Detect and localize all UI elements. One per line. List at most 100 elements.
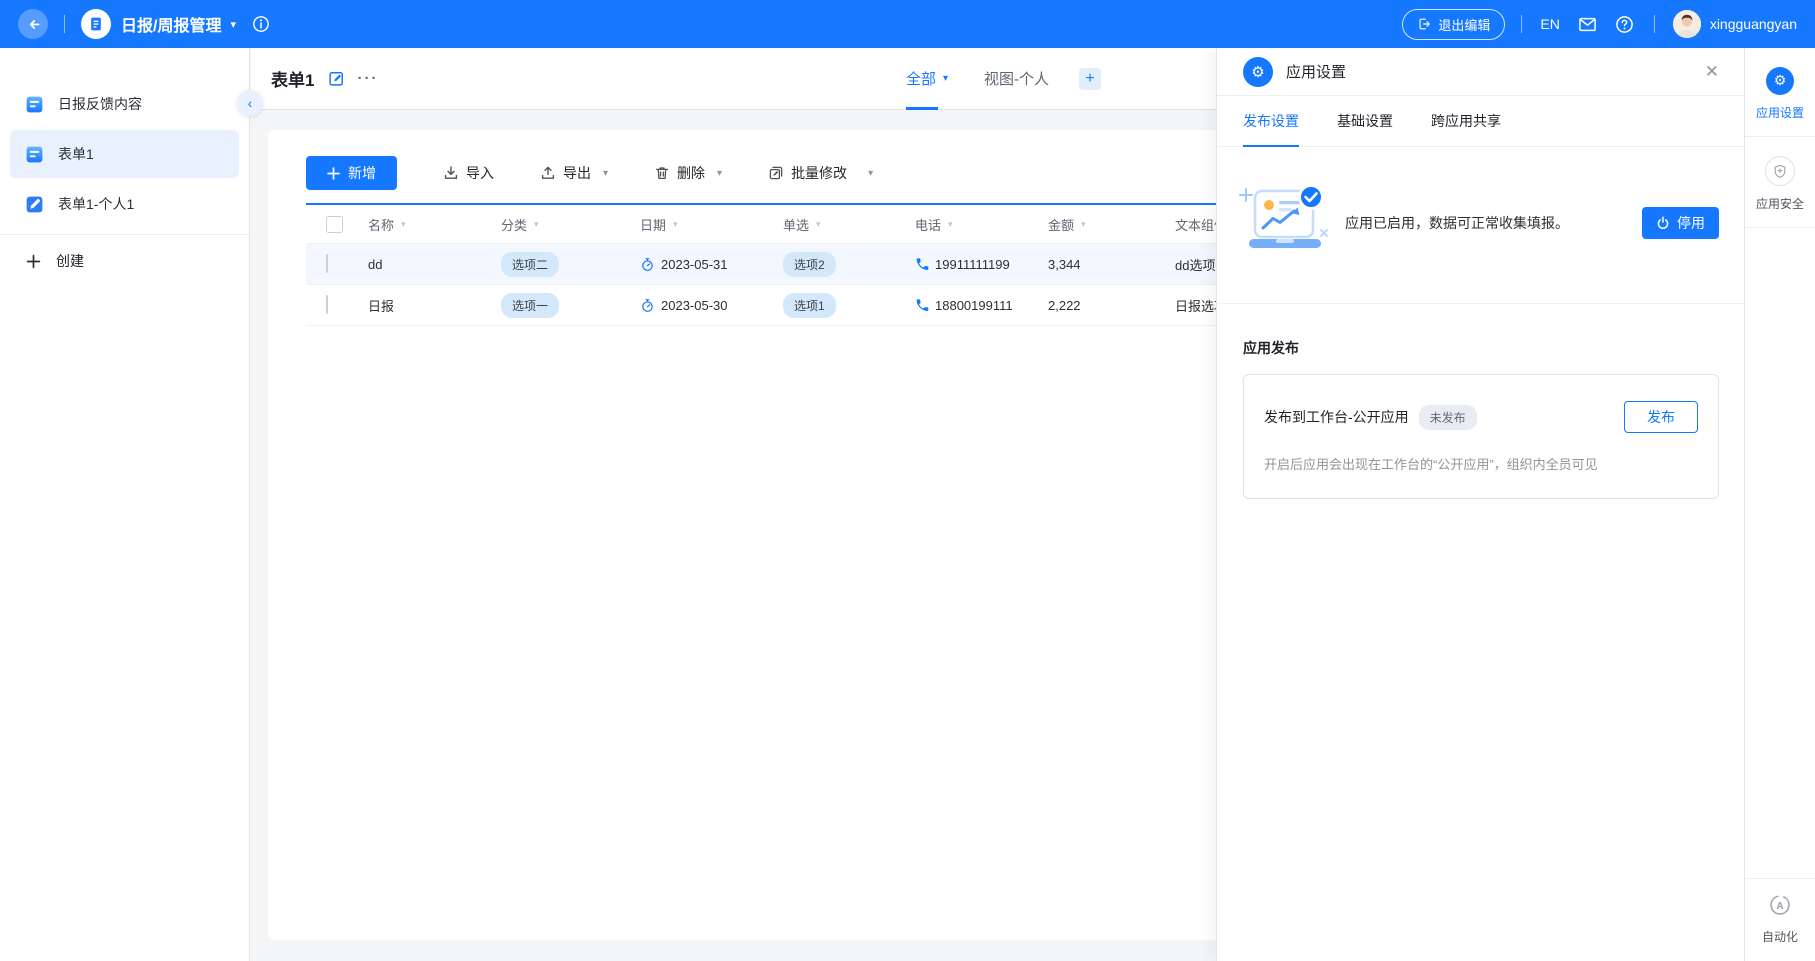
sort-caret-icon[interactable]: ▾ <box>816 219 821 230</box>
edit-title-icon[interactable] <box>328 70 345 87</box>
select-all-checkbox[interactable] <box>326 215 343 233</box>
right-rail: ⚙ 应用设置 应用安全 A 自动化 <box>1744 48 1815 961</box>
batch-edit-icon <box>769 166 783 180</box>
language-switch[interactable]: EN <box>1540 16 1559 32</box>
gear-icon: ⚙ <box>1766 67 1794 95</box>
gear-glyph: ⚙ <box>1251 62 1265 81</box>
sort-caret-icon[interactable]: ▾ <box>673 219 678 230</box>
back-arrow-icon <box>29 19 40 29</box>
rail-spacer <box>1745 228 1815 878</box>
view-tabs: 全部 ▾ 视图-个人 + <box>906 48 1102 110</box>
sidebar-item-label: 表单1-个人1 <box>58 196 135 212</box>
phone-icon <box>916 299 929 311</box>
info-icon[interactable] <box>252 15 270 33</box>
tab-publish-settings[interactable]: 发布设置 <box>1243 96 1299 147</box>
plus-icon <box>327 166 340 180</box>
tab-cross-app-sharing[interactable]: 跨应用共享 <box>1431 96 1501 146</box>
app-title: 日报/周报管理 <box>121 18 222 35</box>
sidebar-item-label: 表单1 <box>58 146 94 162</box>
timer-icon <box>642 298 653 312</box>
topbar-right: 退出编辑 EN xingguangyan <box>1402 8 1797 40</box>
export-button[interactable]: 导出 ▾ <box>540 163 608 183</box>
category-tag: 选项一 <box>501 292 560 318</box>
sidebar-item-form[interactable]: 日报反馈内容 <box>10 80 239 128</box>
exit-edit-label: 退出编辑 <box>1438 17 1491 33</box>
sort-caret-icon[interactable]: ▾ <box>534 219 539 230</box>
view-tab-all[interactable]: 全部 ▾ <box>906 48 948 110</box>
cell-date: 2023-05-30 <box>640 298 783 313</box>
app-window: 日报/周报管理 ▾ 退出编辑 EN xingguangyan 日报反馈内容 表单… <box>0 0 1815 961</box>
rail-item-app-settings[interactable]: ⚙ 应用设置 <box>1745 48 1815 137</box>
help-icon[interactable] <box>1615 15 1634 34</box>
divider <box>1653 15 1655 33</box>
publish-section-title: 应用发布 <box>1243 340 1299 356</box>
trash-icon <box>655 167 669 180</box>
column-header: 名称 <box>368 217 395 233</box>
publish-item-title: 发布到工作台-公开应用 <box>1264 409 1409 425</box>
rail-item-automation[interactable]: A 自动化 <box>1745 878 1815 961</box>
pencil-form-icon <box>26 196 43 212</box>
panel-tabs: 发布设置 基础设置 跨应用共享 <box>1217 96 1745 147</box>
gear-icon: ⚙ <box>1243 56 1273 87</box>
date-value: 2023-05-31 <box>661 256 728 272</box>
app-logo <box>81 9 111 39</box>
export-label: 导出 <box>563 165 591 181</box>
panel-title: 应用设置 <box>1286 64 1347 81</box>
mail-icon[interactable] <box>1578 15 1597 34</box>
phone-icon <box>916 258 929 270</box>
cell-name: 日报 <box>368 298 395 314</box>
publish-description: 开启后应用会出现在工作台的“公开应用”，组织内全员可见 <box>1264 457 1598 472</box>
rail-item-label: 应用设置 <box>1755 106 1804 120</box>
column-header: 单选 <box>783 217 810 233</box>
tab-label: 发布设置 <box>1243 113 1299 129</box>
cell-name: dd <box>368 256 383 272</box>
batch-edit-button[interactable]: 批量修改 ▾ <box>768 163 873 183</box>
more-options-button[interactable]: ··· <box>357 70 378 87</box>
exit-edit-button[interactable]: 退出编辑 <box>1402 8 1506 40</box>
add-view-button[interactable]: + <box>1079 67 1102 90</box>
row-checkbox[interactable] <box>326 254 328 273</box>
disable-app-button[interactable]: 停用 <box>1642 207 1719 239</box>
rail-item-app-security[interactable]: 应用安全 <box>1745 137 1815 228</box>
sidebar-collapse-button[interactable]: ‹ <box>237 90 263 116</box>
app-status-message: 应用已启用，数据可正常收集填报。 <box>1345 215 1569 231</box>
automation-icon: A <box>1766 891 1794 919</box>
logout-icon <box>1419 18 1431 30</box>
back-button[interactable] <box>18 9 48 39</box>
plus-icon: + <box>1085 69 1095 87</box>
rail-item-label: 应用安全 <box>1755 197 1804 211</box>
create-form-button[interactable]: 创建 <box>0 235 249 287</box>
chevron-down-icon[interactable]: ▾ <box>230 18 236 31</box>
tab-basic-settings[interactable]: 基础设置 <box>1337 96 1393 146</box>
column-header: 分类 <box>501 217 528 233</box>
close-icon[interactable]: ✕ <box>1705 62 1719 82</box>
view-tab-personal[interactable]: 视图-个人 <box>984 48 1049 109</box>
phone-value: 18800199111 <box>935 297 1013 313</box>
publish-button[interactable]: 发布 <box>1624 401 1698 433</box>
form-icon <box>26 146 43 162</box>
view-tab-label: 全部 <box>906 71 937 88</box>
svg-text:A: A <box>1776 901 1783 912</box>
cell-phone: 18800199111 <box>915 298 1048 313</box>
add-record-button[interactable]: 新增 <box>306 156 397 190</box>
cell-phone: 19911111199 <box>915 257 1048 272</box>
sidebar-item-form-selected[interactable]: 表单1 <box>10 130 239 178</box>
sidebar-item-label: 日报反馈内容 <box>58 96 142 112</box>
column-header: 日期 <box>640 217 667 233</box>
shield-icon <box>1765 156 1795 186</box>
single-select-tag: 选项1 <box>783 292 836 318</box>
sort-caret-icon[interactable]: ▾ <box>401 219 406 230</box>
app-settings-panel: ⚙ 应用设置 ✕ 发布设置 基础设置 跨应用共享 应用已启用，数据可正常收集填报… <box>1216 48 1745 961</box>
app-status-section: 应用已启用，数据可正常收集填报。 停用 <box>1217 147 1745 261</box>
sidebar-item-personal-view[interactable]: 表单1-个人1 <box>10 180 239 228</box>
gear-glyph: ⚙ <box>1773 73 1787 89</box>
import-button[interactable]: 导入 <box>443 163 494 183</box>
delete-button[interactable]: 删除 ▾ <box>654 163 722 183</box>
row-checkbox[interactable] <box>326 295 328 314</box>
column-header: 电话 <box>915 217 942 233</box>
sort-caret-icon[interactable]: ▾ <box>1081 219 1086 230</box>
sort-caret-icon[interactable]: ▾ <box>948 219 953 230</box>
chevron-down-icon: ▾ <box>868 167 874 179</box>
chevron-down-icon: ▾ <box>717 167 723 179</box>
avatar[interactable] <box>1672 10 1701 38</box>
